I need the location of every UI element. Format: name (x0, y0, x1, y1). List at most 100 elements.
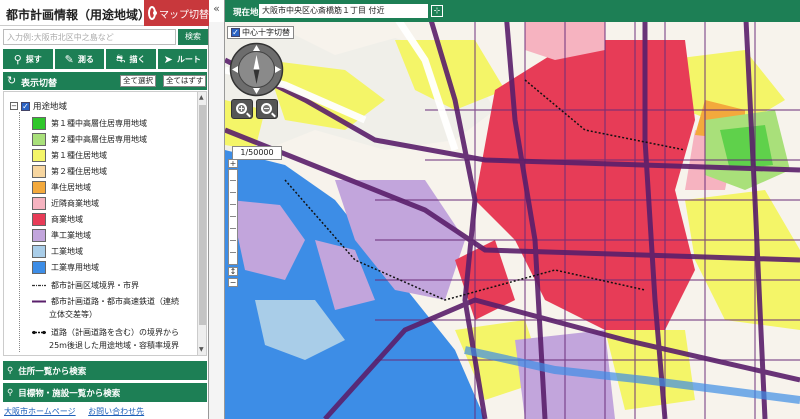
magnifier-icon: ⚲ (13, 52, 22, 66)
deselect-all-button[interactable]: 全てはずす (163, 75, 207, 87)
select-all-button[interactable]: 全て選択 (120, 75, 156, 87)
tool-measure-label: 測る (77, 54, 94, 64)
location-bar: 現在地 大阪市中央区心斎橋筋１丁目 付近 ⊹ (225, 0, 800, 22)
footer-links: 大阪市ホームページ お問い合わせ先 (4, 406, 154, 417)
legend-item-label: 商業地域 (51, 214, 83, 224)
scroll-down-icon[interactable]: ▼ (199, 346, 204, 353)
legend-swatch (32, 212, 46, 226)
landmark-search-accordion[interactable]: ⚲ 目標物・施設一覧から検索 (3, 383, 207, 402)
legend-panel: − ✓ 用途地域 第１種中高層住居専用地域 第２種中高層住居専用地域 第１種住居地域… (3, 91, 207, 356)
legend-item-label: 第１種住居地域 (51, 150, 107, 160)
tool-find-label: 探す (25, 54, 42, 64)
legend-item-label: 第１種中高層住居専用地域 (51, 118, 147, 128)
tool-route-button[interactable]: ➤ ルート (157, 49, 207, 69)
scroll-thumb[interactable] (199, 105, 206, 325)
legend-line-item-road: 都市計画道路・都市高速鉄道（連続 (32, 294, 179, 308)
legend-item: 第１種住居地域 (32, 148, 107, 162)
map-switch-icon (148, 6, 157, 20)
legend-item: 準工業地域 (32, 228, 91, 242)
legend-swatch (32, 164, 46, 178)
search-button[interactable]: 検索 (178, 29, 208, 45)
accordion-label: 住所一覧から検索 (18, 366, 87, 377)
address-search-accordion[interactable]: ⚲ 住所一覧から検索 (3, 361, 207, 380)
tool-bar: ⚲ 探す ✎ 測る ⛐ 描く ➤ ルート (3, 49, 207, 69)
title-bar: 都市計画情報（用途地域） マップ切替 (0, 0, 209, 26)
zoom-slider[interactable]: + ↕ − (228, 159, 238, 287)
location-label: 現在地 (233, 8, 259, 18)
legend-item: 商業地域 (32, 212, 83, 226)
legend-item-label: 工業地域 (51, 246, 83, 256)
map-switch-button[interactable]: マップ切替 (144, 0, 209, 26)
display-toggle-header: ↻ 表示切替 全て選択 全てはずす (3, 72, 207, 90)
legend-item-label: 第２種中高層住居専用地域 (51, 134, 147, 144)
legend-item: 第２種住居地域 (32, 164, 107, 178)
tool-route-label: ルート (176, 54, 201, 64)
zoom-in-button[interactable]: + (231, 99, 253, 119)
collapse-panel-button[interactable]: « (209, 0, 225, 22)
legend-swatch (32, 116, 46, 130)
tool-draw-button[interactable]: ⛐ 描く (106, 49, 156, 69)
crosshair-toggle[interactable]: ✓ 中心十字切替 (227, 26, 294, 39)
magnifier-icon: ⚲ (7, 387, 14, 398)
zoom-minus-icon[interactable]: − (228, 278, 238, 287)
legend-item-label: 第２種住居地域 (51, 166, 107, 176)
dotted-line-icon (32, 326, 46, 339)
legend-root-checkbox[interactable]: ✓ (21, 101, 30, 111)
side-panel: 都市計画情報（用途地域） マップ切替 検索 ⚲ 探す ✎ 測る ⛐ 描く ➤ ル… (0, 0, 209, 419)
legend-item: 第２種中高層住居専用地域 (32, 132, 147, 146)
legend-item-label: 近隣商業地域 (51, 198, 99, 208)
legend-line-item-setback: 道路（計画道路を含む）の境界から (32, 325, 179, 339)
crosshair-checkbox[interactable]: ✓ (231, 28, 240, 37)
location-field: 大阪市中央区心斎橋筋１丁目 付近 (259, 4, 428, 18)
legend-swatch (32, 132, 46, 146)
legend-swatch (32, 244, 46, 258)
magnifier-icon: ⚲ (7, 365, 14, 376)
tool-measure-button[interactable]: ✎ 測る (54, 49, 104, 69)
tree-line (19, 112, 20, 352)
legend-line-label: 道路（計画道路を含む）の境界から (51, 327, 179, 337)
zoom-plus-icon[interactable]: + (228, 159, 238, 168)
zoom-out-button[interactable]: − (256, 99, 278, 119)
legend-item: 近隣商業地域 (32, 196, 99, 210)
legend-swatch (32, 260, 46, 274)
collapse-strip (209, 22, 225, 419)
display-toggle-label: 表示切替 (21, 79, 58, 89)
locate-icon[interactable]: ⊹ (431, 5, 443, 17)
zoom-out-icon: − (261, 103, 272, 114)
legend-item-label: 工業専用地域 (51, 262, 99, 272)
search-input[interactable] (3, 29, 176, 45)
legend-item: 工業地域 (32, 244, 83, 258)
legend-root-label: 用途地域 (33, 102, 68, 112)
tool-draw-label: 描く (129, 54, 146, 64)
collapse-tree-icon[interactable]: − (10, 102, 18, 110)
scroll-up-icon[interactable]: ▲ (199, 94, 204, 101)
purple-line-icon (32, 295, 46, 308)
legend-line-label: 都市計画区域境界・市界 (51, 280, 139, 290)
contact-link[interactable]: お問い合わせ先 (88, 407, 144, 416)
legend-line-label-cont: 25m後退した用途地域・容積率境界 (49, 341, 179, 350)
legend-root: − ✓ 用途地域 (10, 100, 67, 112)
map-image (225, 0, 800, 419)
ruler-icon: ✎ (64, 52, 74, 66)
zoom-track[interactable] (228, 169, 238, 265)
scale-label: 1/50000 (232, 146, 282, 160)
legend-line-label: 都市計画道路・都市高速鉄道（連続 (51, 296, 179, 306)
car-icon: ⛐ (116, 51, 126, 65)
legend-item: 第１種中高層住居専用地域 (32, 116, 147, 130)
accordion-label: 目標物・施設一覧から検索 (18, 388, 121, 399)
legend-swatch (32, 148, 46, 162)
legend-swatch (32, 180, 46, 194)
legend-scrollbar[interactable]: ▲ ▼ (197, 92, 206, 355)
zoom-in-icon: + (236, 103, 247, 114)
search-row: 検索 (3, 29, 208, 45)
dashed-line-icon (32, 279, 46, 292)
map-canvas[interactable] (225, 0, 800, 419)
osaka-homepage-link[interactable]: 大阪市ホームページ (4, 407, 76, 416)
zoom-step-icon[interactable]: ↕ (228, 267, 238, 276)
pan-control[interactable] (229, 42, 284, 97)
legend-line-item-boundary: 都市計画区域境界・市界 (32, 278, 139, 292)
tool-find-button[interactable]: ⚲ 探す (3, 49, 53, 69)
legend-item-label: 準工業地域 (51, 230, 91, 240)
legend-line-label-cont: 立体交差等） (49, 310, 97, 319)
legend-swatch (32, 228, 46, 242)
